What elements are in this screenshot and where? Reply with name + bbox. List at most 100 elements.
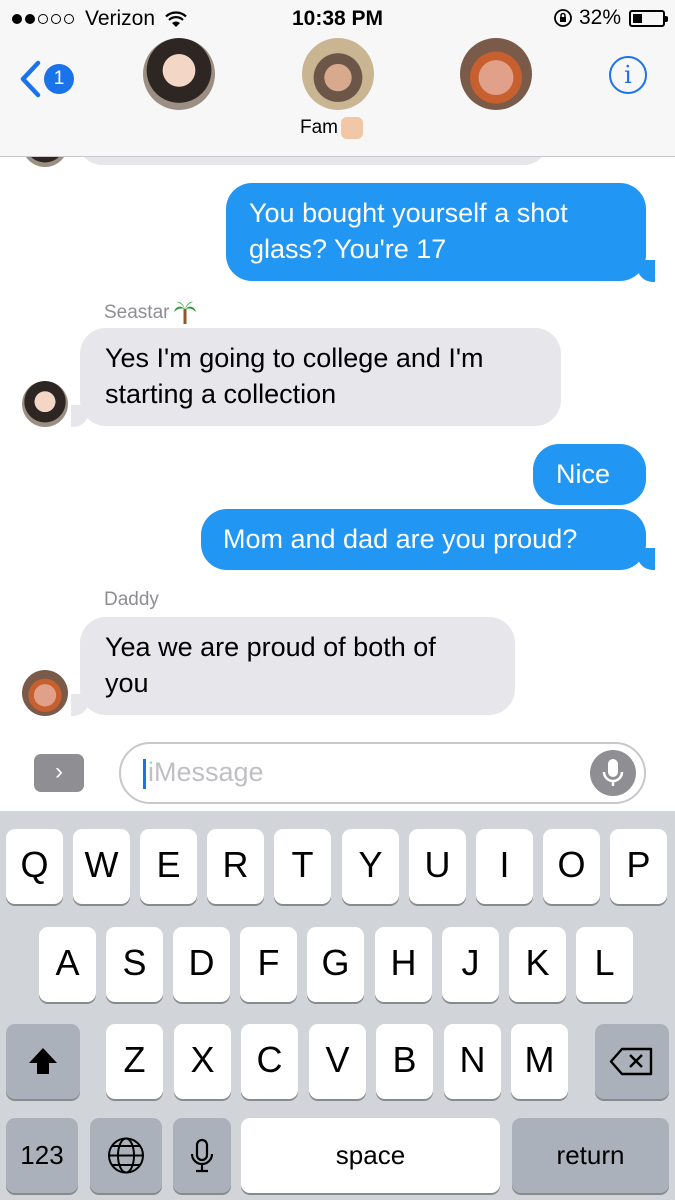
message-bubble-incoming[interactable]: Yes I'm going to college and I'm startin…: [80, 328, 561, 426]
key-label: L: [594, 942, 615, 983]
battery-icon: [629, 9, 668, 27]
message-input-placeholder: iMessage: [148, 757, 264, 787]
battery-fill: [633, 13, 642, 23]
message-text: Yea we are proud of both of: [105, 632, 436, 662]
key-label: B: [392, 1039, 417, 1080]
message-bubble-outgoing[interactable]: Nice: [533, 444, 646, 505]
key-m[interactable]: M: [511, 1024, 568, 1099]
keyboard: 123 space return QWER T YU I OP A SD FGH J K L Z XC V…: [0, 811, 675, 1200]
key-label: S: [122, 942, 147, 983]
key-label: C: [256, 1039, 283, 1080]
avatar-member-2[interactable]: [302, 38, 374, 110]
message-text: Yes I'm going to college and I'm: [105, 343, 484, 373]
space-key[interactable]: space: [241, 1118, 500, 1193]
key-f[interactable]: F: [240, 927, 297, 1002]
rotation-lock-icon: [554, 9, 572, 27]
key-label: Y: [358, 844, 383, 885]
message-bubble-outgoing[interactable]: You bought yourself a shot glass? You're…: [226, 183, 646, 281]
shift-key[interactable]: [6, 1024, 80, 1099]
bubble-tail: [637, 260, 655, 282]
bubble-tail: [71, 694, 89, 716]
avatar-member-1[interactable]: [143, 38, 215, 110]
info-icon: i: [624, 61, 632, 89]
back-chevron-icon: [20, 60, 41, 98]
key-label: P: [626, 844, 651, 885]
group-name-label: Fam: [300, 117, 338, 138]
key-label: E: [156, 844, 181, 885]
key-label: K: [525, 942, 550, 983]
key-z[interactable]: Z: [106, 1024, 163, 1099]
group-name[interactable]: Fam: [300, 117, 363, 139]
back-button[interactable]: 1: [18, 60, 74, 98]
key-p[interactable]: P: [610, 829, 667, 904]
key-l[interactable]: L: [576, 927, 633, 1002]
numbers-key[interactable]: 123: [6, 1118, 78, 1193]
raised-fist-emoji-icon: [341, 117, 363, 139]
bubble-tail: [71, 405, 89, 427]
key-label: F: [257, 942, 280, 983]
unread-count-badge: 1: [44, 64, 74, 94]
palm-tree-icon: [174, 301, 197, 324]
message-input[interactable]: iMessage: [119, 742, 646, 804]
key-a[interactable]: A: [39, 927, 96, 1002]
previous-message-bubble[interactable]: [78, 157, 548, 165]
avatar-member-3[interactable]: [460, 38, 532, 110]
key-label: H: [390, 942, 417, 983]
key-g[interactable]: G: [307, 927, 364, 1002]
key-c[interactable]: C: [241, 1024, 298, 1099]
key-y[interactable]: Y: [342, 829, 399, 904]
key-v[interactable]: V: [309, 1024, 366, 1099]
microphone-icon: [602, 759, 624, 786]
key-o[interactable]: O: [543, 829, 600, 904]
chevron-right-icon: ›: [55, 758, 63, 785]
info-button[interactable]: i: [609, 56, 647, 94]
message-bubble-outgoing[interactable]: Mom and dad are you proud?: [201, 509, 646, 570]
key-u[interactable]: U: [409, 829, 466, 904]
key-j[interactable]: J: [442, 927, 499, 1002]
backspace-icon: [609, 1047, 653, 1076]
key-n[interactable]: N: [444, 1024, 501, 1099]
shift-icon: [29, 1048, 57, 1074]
dictation-button[interactable]: [590, 750, 636, 796]
key-e[interactable]: E: [140, 829, 197, 904]
key-r[interactable]: R: [207, 829, 264, 904]
key-d[interactable]: D: [173, 927, 230, 1002]
key-q[interactable]: Q: [6, 829, 63, 904]
status-bar: Verizon 10:38 PM 32%: [0, 0, 675, 38]
message-bubble-incoming[interactable]: Yea we are proud of both of you: [80, 617, 515, 715]
key-label: Z: [123, 1039, 146, 1080]
key-h[interactable]: H: [375, 927, 432, 1002]
message-text: you: [105, 668, 149, 698]
space-key-label: space: [335, 1140, 406, 1170]
key-label: Q: [20, 844, 49, 885]
compose-bar: › iMessage: [0, 737, 675, 811]
sender-name-label: Seastar: [104, 302, 170, 323]
dictation-key[interactable]: [173, 1118, 231, 1193]
message-text: Nice: [556, 459, 611, 489]
key-label: O: [557, 844, 586, 885]
key-label: V: [325, 1039, 350, 1080]
app-drawer-button[interactable]: ›: [34, 754, 84, 792]
text-caret: [143, 759, 146, 789]
sender-avatar-daddy[interactable]: [22, 670, 68, 716]
sender-avatar-seastar[interactable]: [22, 381, 68, 427]
key-i[interactable]: I: [476, 829, 533, 904]
return-key[interactable]: return: [512, 1118, 669, 1193]
key-label: T: [291, 844, 314, 885]
globe-key[interactable]: [90, 1118, 162, 1193]
backspace-key[interactable]: [595, 1024, 669, 1099]
key-k[interactable]: K: [509, 927, 566, 1002]
conversation-header: 1 Fam i: [0, 38, 675, 157]
message-list[interactable]: You bought yourself a shot glass? You're…: [0, 157, 675, 737]
previous-sender-avatar: [22, 157, 68, 167]
key-t[interactable]: T: [274, 829, 331, 904]
key-w[interactable]: W: [73, 829, 130, 904]
sender-name-label: Daddy: [104, 589, 159, 610]
key-s[interactable]: S: [106, 927, 163, 1002]
message-text: You bought yourself a shot: [249, 198, 568, 228]
message-text: starting a collection: [105, 379, 337, 409]
key-x[interactable]: X: [174, 1024, 231, 1099]
numbers-key-label: 123: [20, 1140, 64, 1170]
key-label: W: [84, 844, 119, 885]
key-b[interactable]: B: [376, 1024, 433, 1099]
